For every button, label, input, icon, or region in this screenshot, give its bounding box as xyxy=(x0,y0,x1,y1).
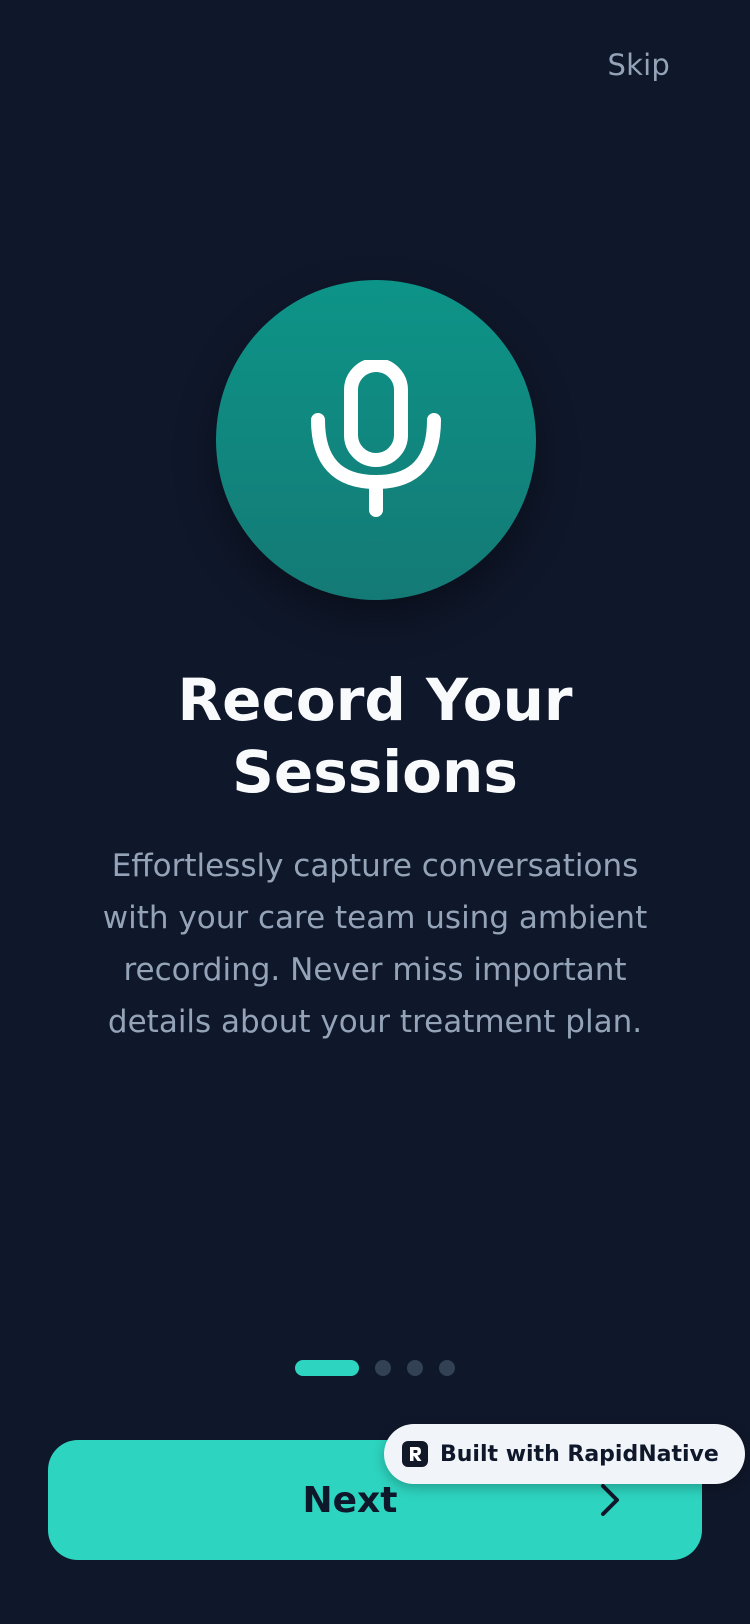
microphone-icon xyxy=(311,360,441,517)
pagination-dots xyxy=(0,1360,750,1376)
onboarding-screen: Skip Record Your Sessions Effortlessly c… xyxy=(0,0,750,1624)
page-description: Effortlessly capture conversations with … xyxy=(102,848,648,1040)
page-title: Record Your Sessions xyxy=(0,664,750,808)
hero-circle xyxy=(216,280,536,600)
pagination-dot-3[interactable] xyxy=(407,1360,423,1376)
pagination-dot-1[interactable] xyxy=(295,1360,359,1376)
title-line-2: Sessions xyxy=(232,738,518,806)
pagination-dot-2[interactable] xyxy=(375,1360,391,1376)
pagination-dot-4[interactable] xyxy=(439,1360,455,1376)
skip-button[interactable]: Skip xyxy=(608,48,670,82)
next-button-label: Next xyxy=(302,1479,398,1521)
badge-label: Built with RapidNative xyxy=(440,1441,719,1467)
built-with-badge[interactable]: Built with RapidNative xyxy=(384,1424,745,1484)
chevron-right-icon xyxy=(601,1484,619,1516)
title-line-1: Record Your xyxy=(177,666,573,734)
rapidnative-logo-icon xyxy=(402,1441,428,1467)
